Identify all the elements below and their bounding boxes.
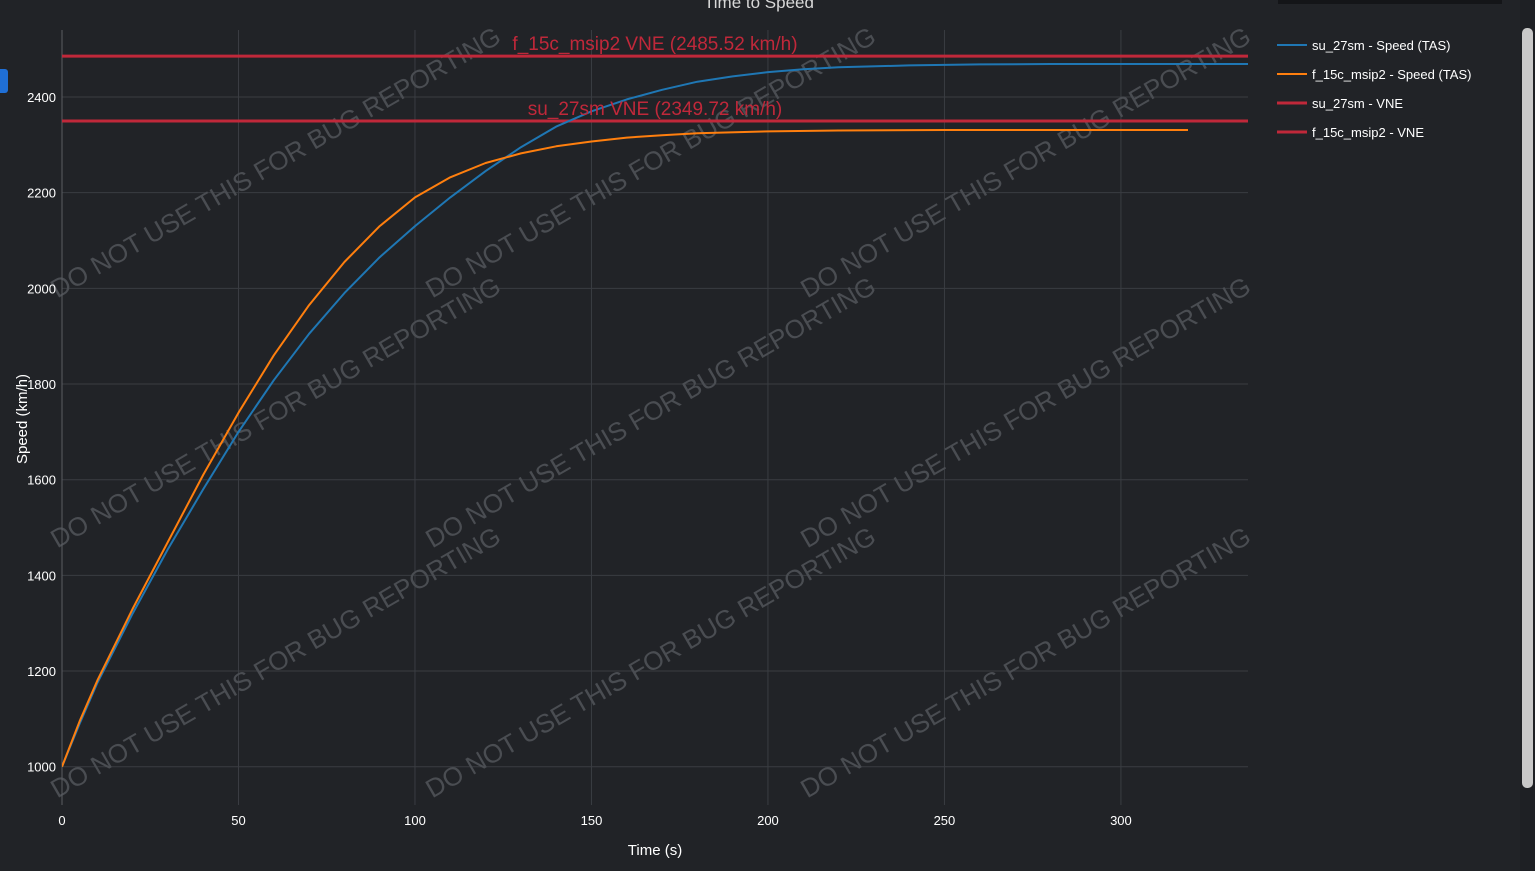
legend-item-label: f_15c_msip2 - Speed (TAS) [1312,67,1471,82]
legend-item-label: su_27sm - VNE [1312,96,1403,111]
x-tick-label: 200 [757,813,779,828]
chart-title: Time to Speed [704,0,814,12]
watermark-text: DO NOT USE THIS FOR BUG REPORTING [420,271,880,554]
vne-annotation: f_15c_msip2 VNE (2485.52 km/h) [512,34,797,55]
legend-item-label: su_27sm - Speed (TAS) [1312,38,1450,53]
y-tick-label: 1200 [27,664,56,679]
x-tick-label: 300 [1110,813,1132,828]
y-tick-label: 2400 [27,90,56,105]
y-tick-label: 1600 [27,473,56,488]
x-tick-label: 0 [58,813,65,828]
watermark-layer: DO NOT USE THIS FOR BUG REPORTINGDO NOT … [45,21,1255,804]
legend-item-label: f_15c_msip2 - VNE [1312,125,1424,140]
y-axis-title: Speed (km/h) [14,374,31,464]
vne-annotations: f_15c_msip2 VNE (2485.52 km/h) su_27sm VN… [512,34,797,120]
x-tick-label: 50 [231,813,245,828]
watermark-text: DO NOT USE THIS FOR BUG REPORTING [45,271,505,554]
y-tick-label: 2200 [27,186,56,201]
vne-annotation: su_27sm VNE (2349.72 km/h) [528,99,783,120]
x-tick-label: 100 [404,813,426,828]
y-tick-label: 1000 [27,760,56,775]
time-to-speed-chart: DO NOT USE THIS FOR BUG REPORTINGDO NOT … [14,0,1471,859]
legend[interactable]: su_27sm - Speed (TAS) f_15c_msip2 - Speed… [1277,38,1471,140]
watermark-text: DO NOT USE THIS FOR BUG REPORTING [795,271,1255,554]
vertical-scrollbar-thumb[interactable] [1522,28,1533,788]
watermark-text: DO NOT USE THIS FOR BUG REPORTING [420,521,880,804]
y-tick-label: 1800 [27,377,56,392]
y-tick-label: 2000 [27,281,56,296]
y-tick-label: 1400 [27,568,56,583]
x-tick-label: 250 [934,813,956,828]
watermark-text: DO NOT USE THIS FOR BUG REPORTING [45,21,505,304]
watermark-text: DO NOT USE THIS FOR BUG REPORTING [45,521,505,804]
x-axis-title: Time (s) [628,842,682,859]
x-tick-label: 150 [581,813,603,828]
watermark-text: DO NOT USE THIS FOR BUG REPORTING [795,521,1255,804]
